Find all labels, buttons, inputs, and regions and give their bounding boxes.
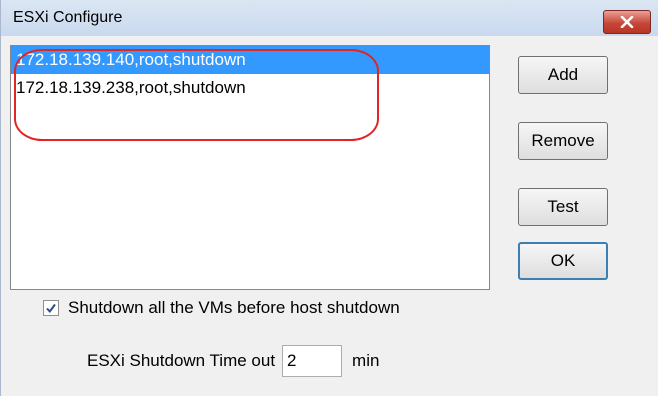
list-item[interactable]: 172.18.139.238,root,shutdown [11, 74, 489, 102]
ok-button[interactable]: OK [518, 242, 608, 280]
test-button[interactable]: Test [518, 188, 608, 226]
add-button[interactable]: Add [518, 56, 608, 94]
close-icon [620, 16, 634, 28]
esxi-configure-dialog: ESXi Configure 172.18.139.140,root,shutd… [0, 0, 658, 396]
shutdown-vms-checkbox[interactable] [43, 300, 59, 316]
checkmark-icon [46, 303, 56, 314]
list-item-label: 172.18.139.238,root,shutdown [16, 78, 246, 97]
timeout-unit: min [352, 351, 380, 370]
shutdown-vms-option[interactable]: Shutdown all the VMs before host shutdow… [43, 298, 400, 318]
title-bar[interactable]: ESXi Configure [1, 0, 658, 36]
timeout-label: ESXi Shutdown Time out [87, 351, 276, 370]
list-item-label: 172.18.139.140,root,shutdown [16, 50, 246, 69]
timeout-row: ESXi Shutdown Time out min [87, 345, 379, 377]
timeout-input[interactable] [282, 345, 343, 377]
dialog-body: 172.18.139.140,root,shutdown 172.18.139.… [1, 36, 658, 396]
list-item[interactable]: 172.18.139.140,root,shutdown [11, 46, 489, 74]
remove-button[interactable]: Remove [518, 122, 608, 160]
shutdown-vms-label: Shutdown all the VMs before host shutdow… [68, 298, 400, 317]
host-listbox[interactable]: 172.18.139.140,root,shutdown 172.18.139.… [10, 45, 490, 290]
window-title: ESXi Configure [13, 9, 123, 26]
close-button[interactable] [603, 10, 651, 34]
